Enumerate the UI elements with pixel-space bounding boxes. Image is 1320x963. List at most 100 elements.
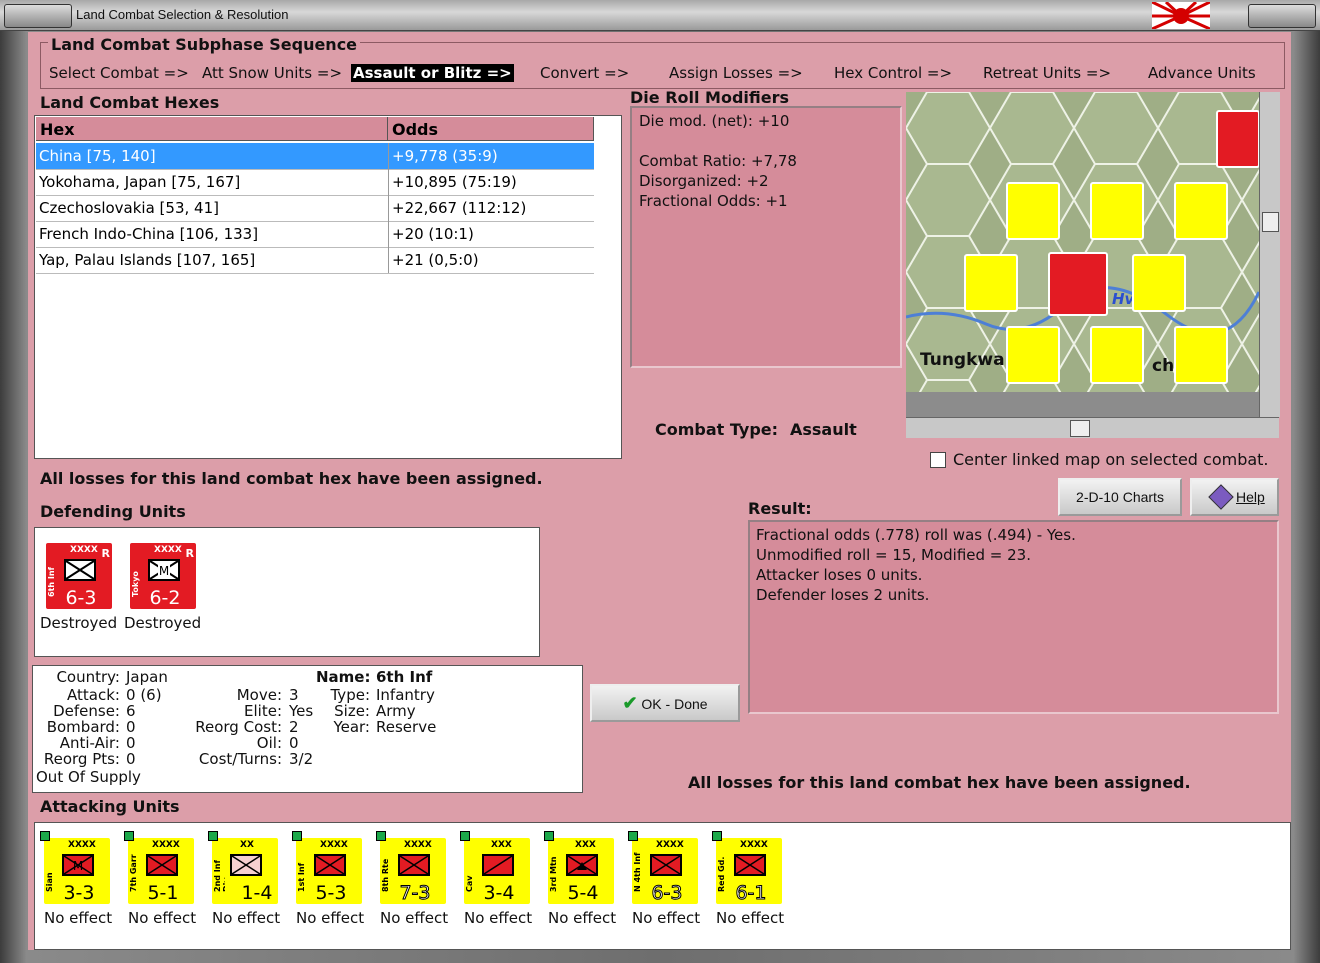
counter-strength: 6-1 xyxy=(735,882,767,905)
cost-turns-label: Cost/Turns: xyxy=(198,750,282,768)
counter-size: XXXX xyxy=(152,840,180,850)
charts-button[interactable]: 2-D-10 Charts xyxy=(1058,478,1182,516)
counter-strength: 7-3 xyxy=(399,882,431,905)
map-counter[interactable] xyxy=(1090,326,1144,384)
window-controls[interactable] xyxy=(1248,4,1316,28)
militia-symbol-icon: M xyxy=(148,559,180,581)
unit-symbol-icon: M xyxy=(62,854,94,876)
counter-size: XXX xyxy=(491,840,512,850)
country-value: Japan xyxy=(126,668,168,686)
map-counter[interactable] xyxy=(1132,254,1186,312)
map-horizontal-scrollbar[interactable] xyxy=(906,417,1279,438)
map-counter[interactable] xyxy=(1216,110,1259,168)
unit-marker xyxy=(460,831,470,841)
odds-cell: +10,895 (75:19) xyxy=(392,173,517,191)
help-button[interactable]: Help xyxy=(1190,478,1279,516)
unit-symbol-icon xyxy=(734,854,766,876)
counter-badge: R xyxy=(101,547,110,560)
unit-name-label: Name: xyxy=(316,668,371,686)
column-header-hex[interactable]: Hex xyxy=(36,117,388,141)
attacker-counter[interactable]: N 4th Inf XXXX 6-3 xyxy=(628,831,700,906)
counter-badge: R xyxy=(185,547,194,560)
defender-counter-6th-inf[interactable]: 6th Inf XXXX R 6-3 xyxy=(44,541,114,611)
unit-name-value: 6th Inf xyxy=(376,668,433,686)
map-counter-selected[interactable] xyxy=(1048,252,1108,316)
attacker-counter[interactable]: Cav XXX 3-4 xyxy=(460,831,532,906)
map-vertical-scrollbar[interactable] xyxy=(1259,92,1280,417)
counter-strength: 1-4 xyxy=(241,882,273,904)
hex-table[interactable]: Hex Odds China [75, 140] +9,778 (35:9) Y… xyxy=(34,115,622,459)
map-counter[interactable] xyxy=(1090,182,1144,240)
attacker-counter[interactable]: 2nd Inf Div XX 1-4 xyxy=(208,831,280,906)
attacker-counter[interactable]: 8th Rte XXXX 7-3 xyxy=(376,831,448,906)
disorganized: Disorganized: +2 xyxy=(639,172,769,190)
map-vscroll-thumb[interactable] xyxy=(1262,212,1279,232)
system-menu-button[interactable] xyxy=(4,4,72,28)
map-place-label: Tungkwa xyxy=(920,350,1005,370)
counter-size: XXXX xyxy=(154,545,182,555)
losses-status-bottom: All losses for this land combat hex have… xyxy=(688,773,1191,792)
attacker-status: No effect xyxy=(716,909,785,927)
result-line: Attacker loses 0 units. xyxy=(756,566,923,584)
map-counter[interactable] xyxy=(964,254,1018,312)
hex-cell: Czechoslovakia [53, 41] xyxy=(39,199,219,217)
table-row[interactable]: China [75, 140] +9,778 (35:9) xyxy=(36,143,594,170)
result-panel: Fractional odds (.778) roll was (.494) -… xyxy=(748,520,1279,714)
map-counter[interactable] xyxy=(1174,326,1228,384)
map-hscroll-thumb[interactable] xyxy=(1070,420,1090,437)
attacker-status: No effect xyxy=(212,909,281,927)
die-roll-panel: Die mod. (net): +10 Combat Ratio: +7,78 … xyxy=(630,106,902,368)
hex-cell: Yap, Palau Islands [107, 165] xyxy=(39,251,256,269)
unit-marker xyxy=(40,831,50,841)
country-label: Country: xyxy=(56,668,120,686)
result-line: Defender loses 2 units. xyxy=(756,586,930,604)
seq-retreat-units: Retreat Units => xyxy=(983,64,1112,82)
unit-marker xyxy=(292,831,302,841)
attacker-counter[interactable]: Sian XXXX M 3-3 xyxy=(40,831,112,906)
attacker-counter[interactable]: 3rd Mtn XXX 5-4 xyxy=(544,831,616,906)
counter-strength: 5-1 xyxy=(147,882,179,904)
combat-ratio: Combat Ratio: +7,78 xyxy=(639,152,797,170)
map-river-label: Hv xyxy=(1112,290,1135,308)
japan-flag-icon xyxy=(1152,2,1210,29)
counter-strength: 3-4 xyxy=(483,882,515,904)
attacker-status: No effect xyxy=(632,909,701,927)
cost-turns-value: 3/2 xyxy=(289,750,314,768)
combat-type-value: Assault xyxy=(790,420,857,439)
map-counter[interactable] xyxy=(1006,182,1060,240)
center-map-checkbox[interactable] xyxy=(930,452,946,468)
reorg-pts-value: 0 xyxy=(126,750,136,768)
unit-symbol-icon xyxy=(230,854,262,876)
counter-size: XXXX xyxy=(404,840,432,850)
table-row[interactable]: French Indo-China [106, 133] +20 (10:1) xyxy=(36,221,594,248)
linked-map[interactable]: Tungkwa ch Hv xyxy=(906,92,1259,417)
table-row[interactable]: Yokohama, Japan [75, 167] +10,895 (75:19… xyxy=(36,169,594,196)
attacking-title: Attacking Units xyxy=(40,797,180,816)
title-bar[interactable]: Land Combat Selection & Resolution xyxy=(0,0,1320,31)
seq-select-combat: Select Combat => xyxy=(49,64,189,82)
attacker-counter[interactable]: Red Gd. XXXX 6-1 xyxy=(712,831,784,906)
attacker-counter[interactable]: 1st Inf XXXX 5-3 xyxy=(292,831,364,906)
fractional-odds: Fractional Odds: +1 xyxy=(639,192,788,210)
help-book-icon xyxy=(1208,484,1234,510)
table-row[interactable]: Yap, Palau Islands [107, 165] +21 (0,5:0… xyxy=(36,247,594,274)
sequence-title: Land Combat Subphase Sequence xyxy=(48,35,361,54)
die-roll-title: Die Roll Modifiers xyxy=(630,88,790,107)
attacker-counter[interactable]: 7th Garr XXXX 5-1 xyxy=(124,831,196,906)
seq-att-snow-units: Att Snow Units => xyxy=(202,64,343,82)
infantry-symbol-icon xyxy=(64,559,96,581)
unit-marker xyxy=(208,831,218,841)
reorg-pts-label: Reorg Pts: xyxy=(43,750,120,768)
odds-cell: +22,667 (112:12) xyxy=(392,199,527,217)
attacker-status: No effect xyxy=(380,909,449,927)
map-counter[interactable] xyxy=(1174,182,1228,240)
table-row[interactable]: Czechoslovakia [53, 41] +22,667 (112:12) xyxy=(36,195,594,222)
counter-strength: 6-3 xyxy=(65,587,97,609)
svg-text:M: M xyxy=(159,564,169,578)
column-header-odds[interactable]: Odds xyxy=(388,117,594,141)
attacker-status: No effect xyxy=(464,909,533,927)
result-title: Result: xyxy=(748,499,812,518)
ok-done-button[interactable]: ✔ OK - Done xyxy=(590,684,740,722)
map-counter[interactable] xyxy=(1006,326,1060,384)
defender-counter-tokyo[interactable]: Tokyo XXXX R M 6-2 xyxy=(128,541,198,611)
